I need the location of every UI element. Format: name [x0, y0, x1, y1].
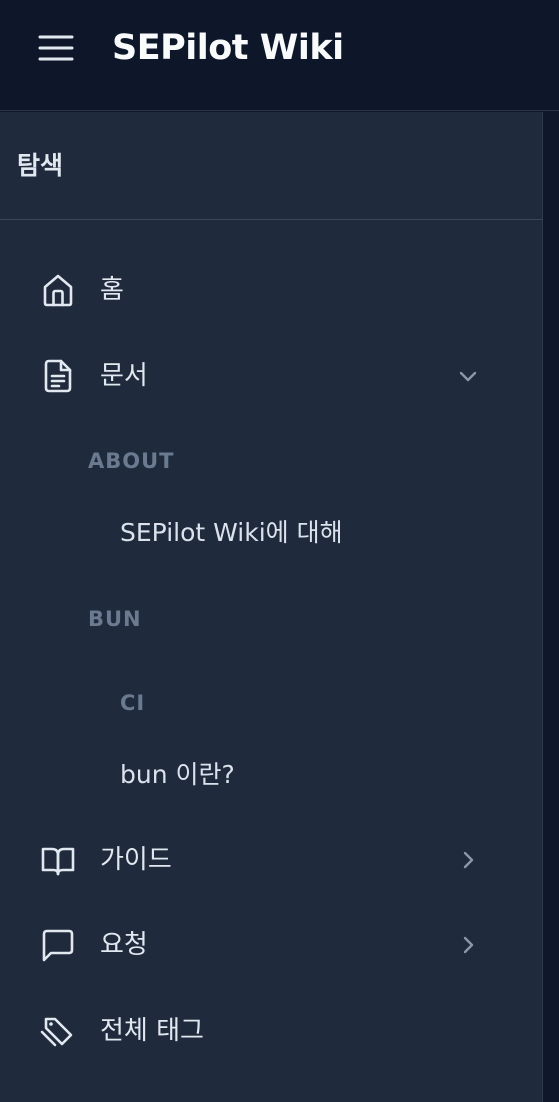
sidebar-item-label: 가이드: [100, 845, 172, 875]
sidebar-header: 탐색: [0, 112, 543, 220]
sidebar-item-label: 전체 태그: [100, 1016, 204, 1046]
doc-group-title: ABOUT: [88, 449, 175, 473]
sidebar-item-guide[interactable]: 가이드: [26, 829, 514, 891]
sidebar-item-label: 요청: [100, 930, 148, 960]
chevron-down-icon[interactable]: [456, 364, 480, 388]
sidebar-item-label: 홈: [100, 275, 124, 305]
main-content-edge: [543, 112, 559, 1102]
sidebar-item-home[interactable]: 홈: [26, 259, 514, 321]
doc-link[interactable]: bun 이란?: [120, 757, 235, 793]
sidebar-item-requests[interactable]: 요청: [26, 914, 514, 976]
home-icon: [40, 272, 76, 308]
sidebar-item-all-tags[interactable]: 전체 태그: [26, 1000, 514, 1062]
app-title[interactable]: SEPilot Wiki: [112, 22, 344, 74]
top-bar: SEPilot Wiki: [0, 0, 559, 111]
sidebar: 탐색 홈 문서 ABOUT SEPilot Wiki에 대해 BUN CI bu…: [0, 112, 543, 1102]
doc-group-title: BUN: [88, 607, 142, 631]
book-icon: [40, 842, 76, 878]
chevron-right-icon[interactable]: [456, 848, 480, 872]
document-icon: [40, 358, 76, 394]
sidebar-section-title: 탐색: [17, 151, 64, 180]
sidebar-item-label: 문서: [100, 361, 148, 391]
sidebar-item-documents[interactable]: 문서: [26, 345, 514, 407]
doc-link[interactable]: SEPilot Wiki에 대해: [120, 515, 343, 551]
message-icon: [40, 927, 76, 963]
hamburger-menu-icon: [38, 35, 74, 61]
doc-subgroup-title: CI: [120, 691, 146, 715]
menu-button[interactable]: [30, 26, 82, 70]
chevron-right-icon[interactable]: [456, 933, 480, 957]
tag-icon: [40, 1013, 76, 1049]
